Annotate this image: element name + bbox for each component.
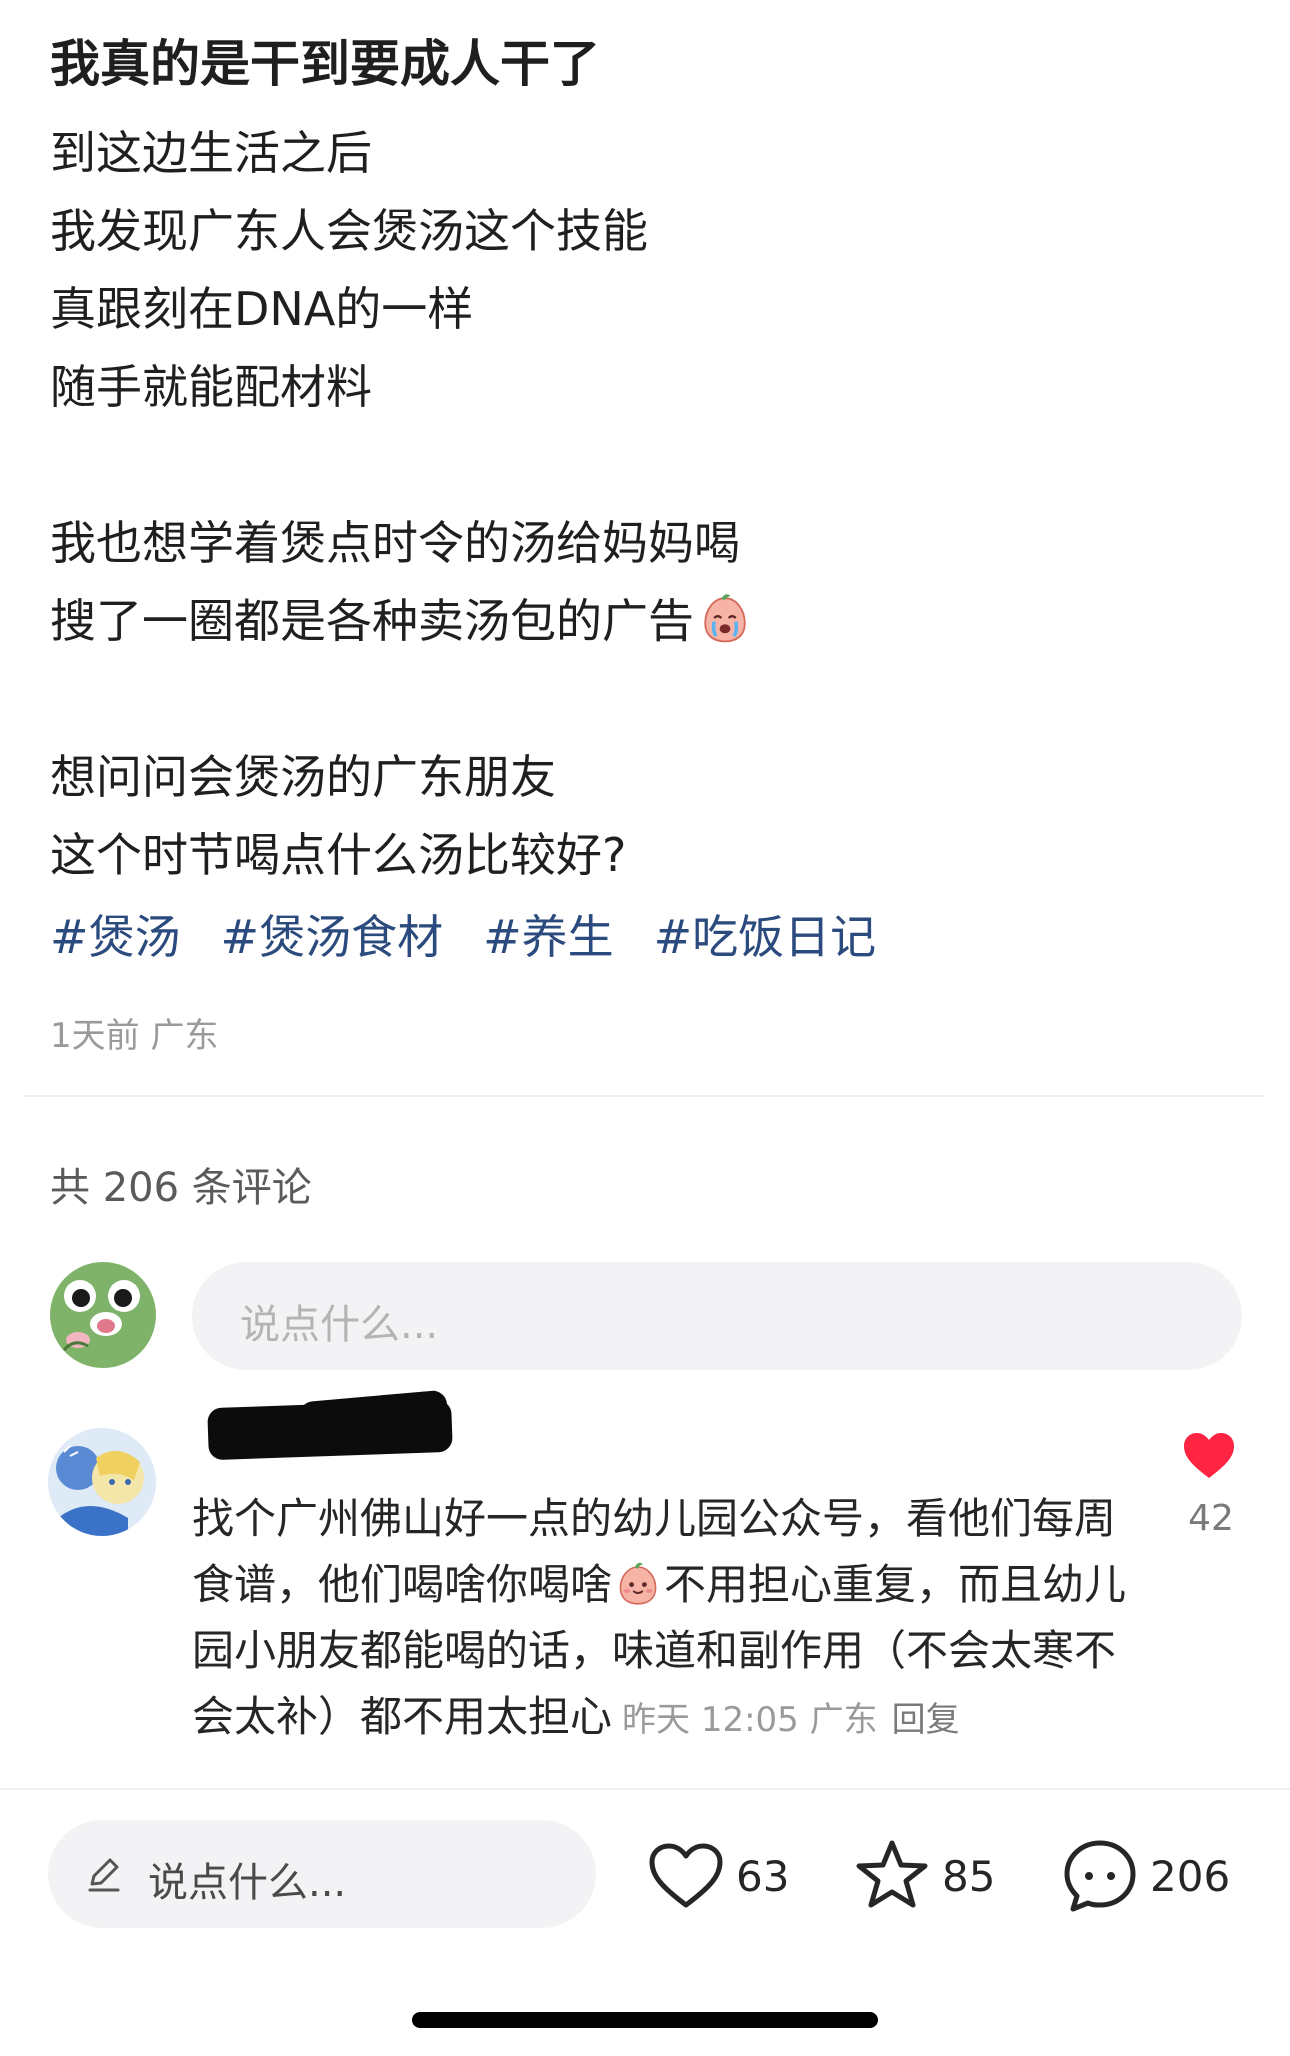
bottom-input-placeholder: 说点什么...	[148, 1860, 347, 1906]
frog-avatar[interactable]	[50, 1262, 156, 1368]
heart-icon	[649, 1843, 723, 1908]
smile-emoji-icon	[619, 1562, 657, 1605]
tag-link[interactable]: #煲汤	[50, 910, 181, 964]
post-line	[50, 660, 1240, 738]
divider	[0, 1788, 1290, 1790]
bottom-comment-input[interactable]: 说点什么...	[48, 1820, 596, 1928]
post-line-with-emoji: 搜了一圈都是各种卖汤包的广告	[50, 582, 1240, 660]
post-title: 我真的是干到要成人干了	[50, 35, 600, 93]
post-meta: 1天前 广东	[50, 1016, 219, 1056]
post-line-text: 搜了一圈都是各种卖汤包的广告	[50, 594, 694, 648]
pencil-icon	[88, 1858, 120, 1892]
divider	[24, 1095, 1264, 1097]
post-line: 我发现广东人会煲汤这个技能	[50, 204, 648, 258]
tag-link[interactable]: #吃饭日记	[654, 910, 877, 964]
reply-button[interactable]: 回复	[892, 1700, 960, 1740]
home-indicator[interactable]	[412, 2012, 878, 2028]
post-line: 想问问会煲汤的广东朋友	[50, 750, 556, 804]
crying-emoji-icon	[704, 594, 746, 643]
comment-count-label: 共 206 条评论	[50, 1165, 312, 1211]
like-button[interactable]: 63	[648, 1836, 789, 1916]
collect-button[interactable]: 85	[854, 1836, 995, 1916]
heart-icon[interactable]	[1182, 1432, 1236, 1480]
post-line: 我也想学着煲点时令的汤给妈妈喝	[50, 516, 740, 570]
tag-list: #煲汤 #煲汤食材 #养生 #吃饭日记	[50, 898, 1240, 976]
commenter-avatar[interactable]	[48, 1428, 156, 1536]
comment-input-placeholder: 说点什么...	[240, 1302, 439, 1348]
comment-button[interactable]: 206	[1062, 1836, 1230, 1916]
post-line: 真跟刻在DNA的一样	[50, 282, 474, 336]
post-line	[50, 426, 1240, 504]
tag-link[interactable]: #养生	[483, 910, 614, 964]
post-line: 随手就能配材料	[50, 360, 372, 414]
comment-bubble-icon	[1064, 1840, 1136, 1912]
post-line: 到这边生活之后	[50, 126, 372, 180]
collect-count: 85	[942, 1851, 996, 1901]
star-icon	[856, 1840, 928, 1908]
like-count: 63	[736, 1851, 790, 1901]
post-line: 这个时节喝点什么汤比较好?	[50, 828, 627, 882]
comment-text: 找个广州佛山好一点的幼儿园公众号，看他们每周食谱，他们喝啥你喝啥 不用担心重复，而…	[192, 1486, 1132, 1753]
comment-total-count: 206	[1150, 1851, 1231, 1901]
tag-link[interactable]: #煲汤食材	[221, 910, 444, 964]
comment-time: 昨天 12:05 广东	[622, 1700, 878, 1740]
post-body: 到这边生活之后 我发现广东人会煲汤这个技能 真跟刻在DNA的一样 随手就能配材料…	[50, 114, 1240, 894]
post-content: 我真的是干到要成人干了 到这边生活之后 我发现广东人会煲汤这个技能 真跟刻在DN…	[50, 28, 1240, 976]
comment-input[interactable]: 说点什么...	[192, 1262, 1242, 1370]
comment-like-count: 42	[1188, 1498, 1234, 1539]
